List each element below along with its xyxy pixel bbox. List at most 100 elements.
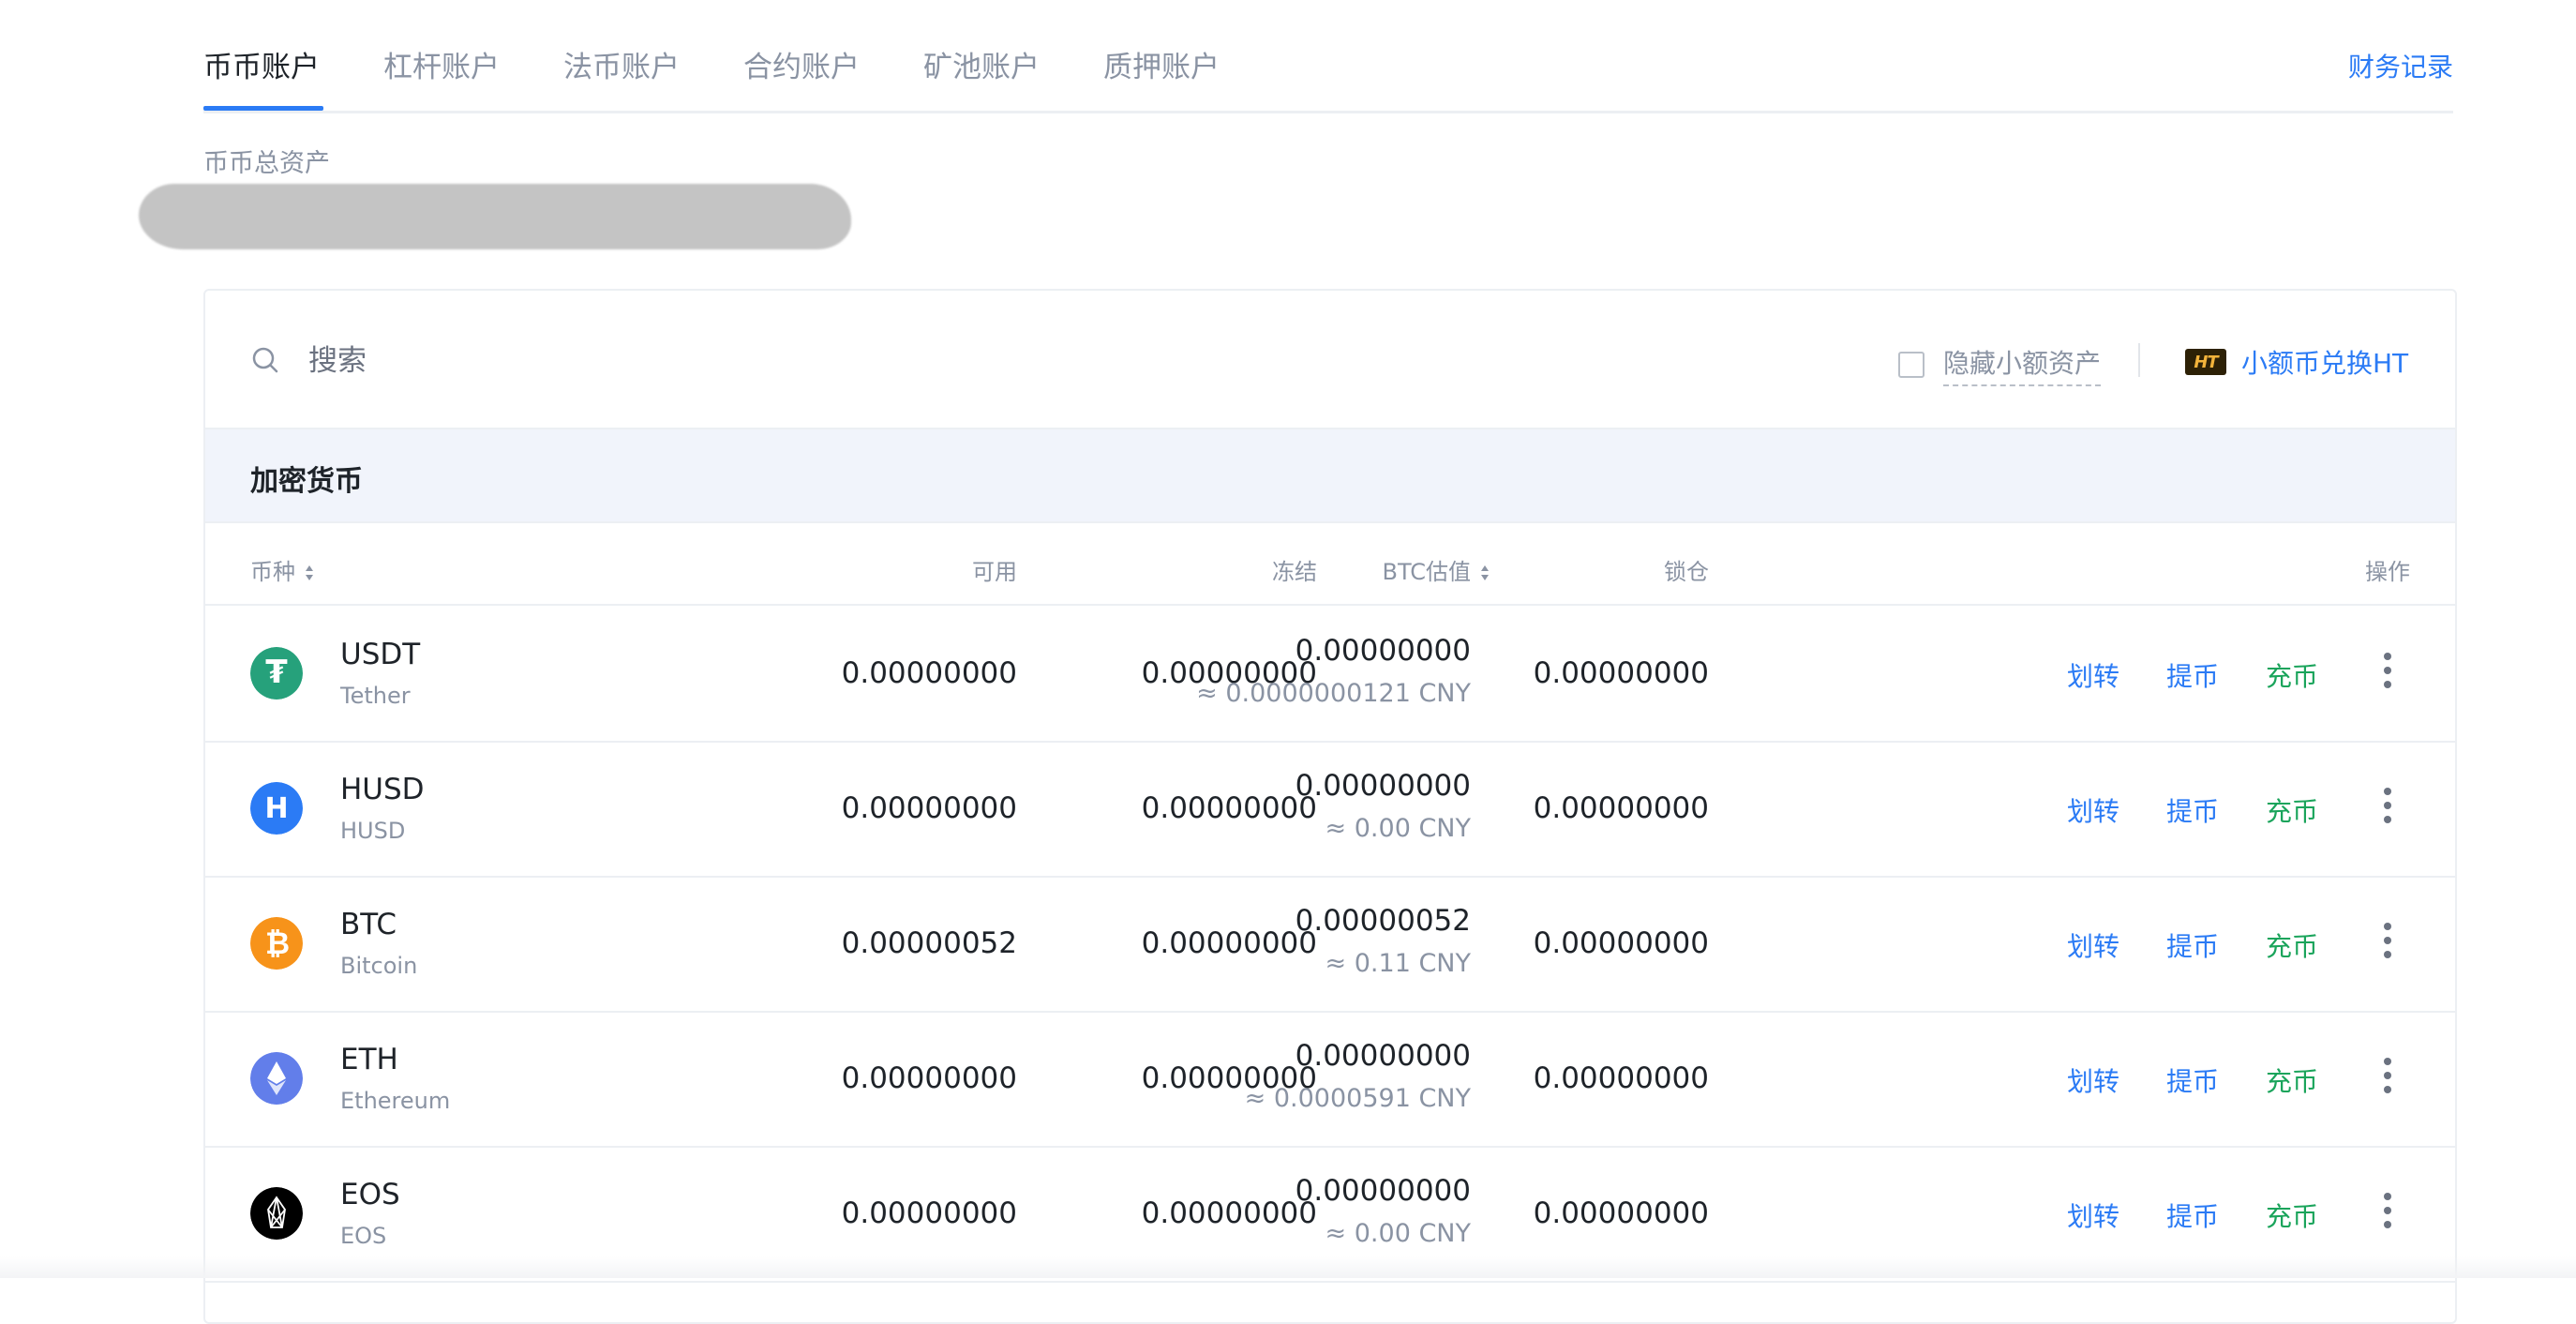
tab-fiat-account[interactable]: 法币账户 (563, 43, 680, 85)
btc-valuation: 0.00000052 (1295, 904, 1471, 938)
available-balance: 0.00000000 (841, 1196, 1017, 1230)
small-coin-exchange-ht[interactable]: HT 小额币兑换HT (2185, 343, 2408, 381)
btc-valuation: 0.00000000 (1295, 1039, 1471, 1073)
deposit-button[interactable]: 充币 (2266, 656, 2318, 694)
table-row: ₿ BTC Bitcoin 0.00000052 0.00000000 0.0000005… (205, 876, 2455, 1013)
finance-records-link[interactable]: 财务记录 (2348, 47, 2453, 84)
cny-valuation: ≈ 0.00 CNY (1325, 1219, 1471, 1248)
column-header-coin[interactable]: 币种 (250, 553, 314, 586)
bitcoin-icon: ₿ (250, 917, 303, 970)
column-header-btc-value[interactable]: BTC估值 (1383, 553, 1490, 586)
more-options-icon[interactable] (2378, 1058, 2397, 1099)
column-header-coin-label: 币种 (250, 559, 295, 585)
withdraw-button[interactable]: 提币 (2166, 1196, 2219, 1234)
deposit-button[interactable]: 充币 (2266, 926, 2318, 964)
sort-icon[interactable] (305, 564, 314, 581)
coin-symbol: USDT (340, 638, 421, 671)
ht-exchange-label: 小额币兑换HT (2241, 348, 2409, 379)
more-options-icon[interactable] (2378, 653, 2397, 694)
withdraw-button[interactable]: 提币 (2166, 656, 2219, 694)
assets-toolbar: 隐藏小额资产 HT 小额币兑换HT (205, 291, 2455, 428)
coin-name: Bitcoin (340, 953, 418, 979)
btc-valuation: 0.00000000 (1295, 769, 1471, 803)
svg-text:₮: ₮ (265, 654, 288, 691)
sort-icon[interactable] (1480, 564, 1490, 581)
ht-logo-icon: HT (2185, 349, 2226, 375)
more-options-icon[interactable] (2378, 788, 2397, 829)
hide-small-assets-toggle[interactable]: 隐藏小额资产 (1898, 343, 2102, 386)
ethereum-icon (250, 1052, 303, 1105)
transfer-button[interactable]: 划转 (2067, 926, 2119, 964)
tab-pool-account[interactable]: 矿池账户 (923, 43, 1040, 85)
cny-valuation: ≈ 0.0000591 CNY (1244, 1084, 1471, 1113)
coin-symbol: HUSD (340, 773, 425, 806)
cny-valuation: ≈ 0.0000000121 CNY (1196, 679, 1471, 708)
svg-text:₿: ₿ (265, 925, 290, 961)
deposit-button[interactable]: 充币 (2266, 1061, 2318, 1099)
frozen-balance: 0.00000000 (1141, 791, 1317, 825)
more-options-icon[interactable] (2378, 1193, 2397, 1234)
transfer-button[interactable]: 划转 (2067, 1061, 2119, 1099)
more-options-icon[interactable] (2378, 923, 2397, 964)
transfer-button[interactable]: 划转 (2067, 656, 2119, 694)
coin-name: EOS (340, 1223, 387, 1249)
toolbar-divider (2138, 343, 2140, 377)
coin-symbol: EOS (340, 1178, 400, 1211)
search-icon (252, 347, 278, 373)
crypto-section-header: 加密货币 (205, 428, 2455, 523)
available-balance: 0.00000000 (841, 791, 1017, 825)
locked-balance: 0.00000000 (1533, 1061, 1709, 1095)
column-header-frozen: 冻结 (1272, 559, 1317, 585)
active-tab-indicator (203, 106, 323, 111)
column-header-btc-value-label: BTC估值 (1382, 559, 1471, 585)
tab-spot-account[interactable]: 币币账户 (203, 43, 320, 85)
tab-margin-account[interactable]: 杠杆账户 (383, 43, 500, 85)
svg-text:H: H (264, 792, 288, 825)
tab-staking-account[interactable]: 质押账户 (1103, 43, 1220, 85)
table-row: ETH Ethereum 0.00000000 0.00000000 0.0000000… (205, 1011, 2455, 1148)
column-header-locked: 锁仓 (1664, 559, 1709, 585)
table-row: H HUSD HUSD 0.00000000 0.00000000 0.00000000 ≈… (205, 741, 2455, 878)
hide-small-assets-label: 隐藏小额资产 (1943, 343, 2102, 386)
coin-name: Tether (340, 683, 411, 709)
coin-symbol: BTC (340, 908, 397, 941)
bottom-edge-shadow (0, 1256, 2576, 1278)
cny-valuation: ≈ 0.00 CNY (1325, 814, 1471, 843)
available-balance: 0.00000052 (841, 926, 1017, 960)
available-balance: 0.00000000 (841, 1061, 1017, 1095)
frozen-balance: 0.00000000 (1141, 1196, 1317, 1230)
withdraw-button[interactable]: 提币 (2166, 926, 2219, 964)
tether-icon: ₮ (250, 647, 303, 700)
coin-name: HUSD (340, 818, 406, 844)
withdraw-button[interactable]: 提币 (2166, 1061, 2219, 1099)
btc-valuation: 0.00000000 (1295, 634, 1471, 668)
assets-panel: 隐藏小额资产 HT 小额币兑换HT 加密货币 币种 可用 冻结 BTC估值 锁仓… (203, 289, 2457, 1324)
locked-balance: 0.00000000 (1533, 791, 1709, 825)
hide-small-assets-checkbox[interactable] (1898, 352, 1925, 378)
withdraw-button[interactable]: 提币 (2166, 791, 2219, 829)
total-assets-label: 币币总资产 (203, 149, 330, 178)
btc-valuation: 0.00000000 (1295, 1174, 1471, 1208)
table-row: ₮ USDT Tether 0.00000000 0.00000000 0.0000000… (205, 606, 2455, 743)
frozen-balance: 0.00000000 (1141, 926, 1317, 960)
section-title: 加密货币 (250, 465, 363, 498)
search-input[interactable] (307, 332, 1154, 390)
transfer-button[interactable]: 划转 (2067, 1196, 2119, 1234)
cny-valuation: ≈ 0.11 CNY (1325, 949, 1471, 978)
column-header-available: 可用 (972, 559, 1017, 585)
column-header-actions: 操作 (2365, 559, 2410, 585)
locked-balance: 0.00000000 (1533, 656, 1709, 690)
redacted-total-assets (139, 184, 851, 249)
coin-symbol: ETH (340, 1043, 398, 1076)
locked-balance: 0.00000000 (1533, 1196, 1709, 1230)
transfer-button[interactable]: 划转 (2067, 791, 2119, 829)
coin-name: Ethereum (340, 1088, 451, 1114)
deposit-button[interactable]: 充币 (2266, 791, 2318, 829)
deposit-button[interactable]: 充币 (2266, 1196, 2318, 1234)
tab-contract-account[interactable]: 合约账户 (743, 43, 860, 85)
eos-icon (250, 1187, 303, 1240)
account-tabs: 币币账户 杠杆账户 法币账户 合约账户 矿池账户 质押账户 财务记录 (203, 0, 2453, 113)
locked-balance: 0.00000000 (1533, 926, 1709, 960)
available-balance: 0.00000000 (841, 656, 1017, 690)
husd-icon: H (250, 782, 303, 835)
